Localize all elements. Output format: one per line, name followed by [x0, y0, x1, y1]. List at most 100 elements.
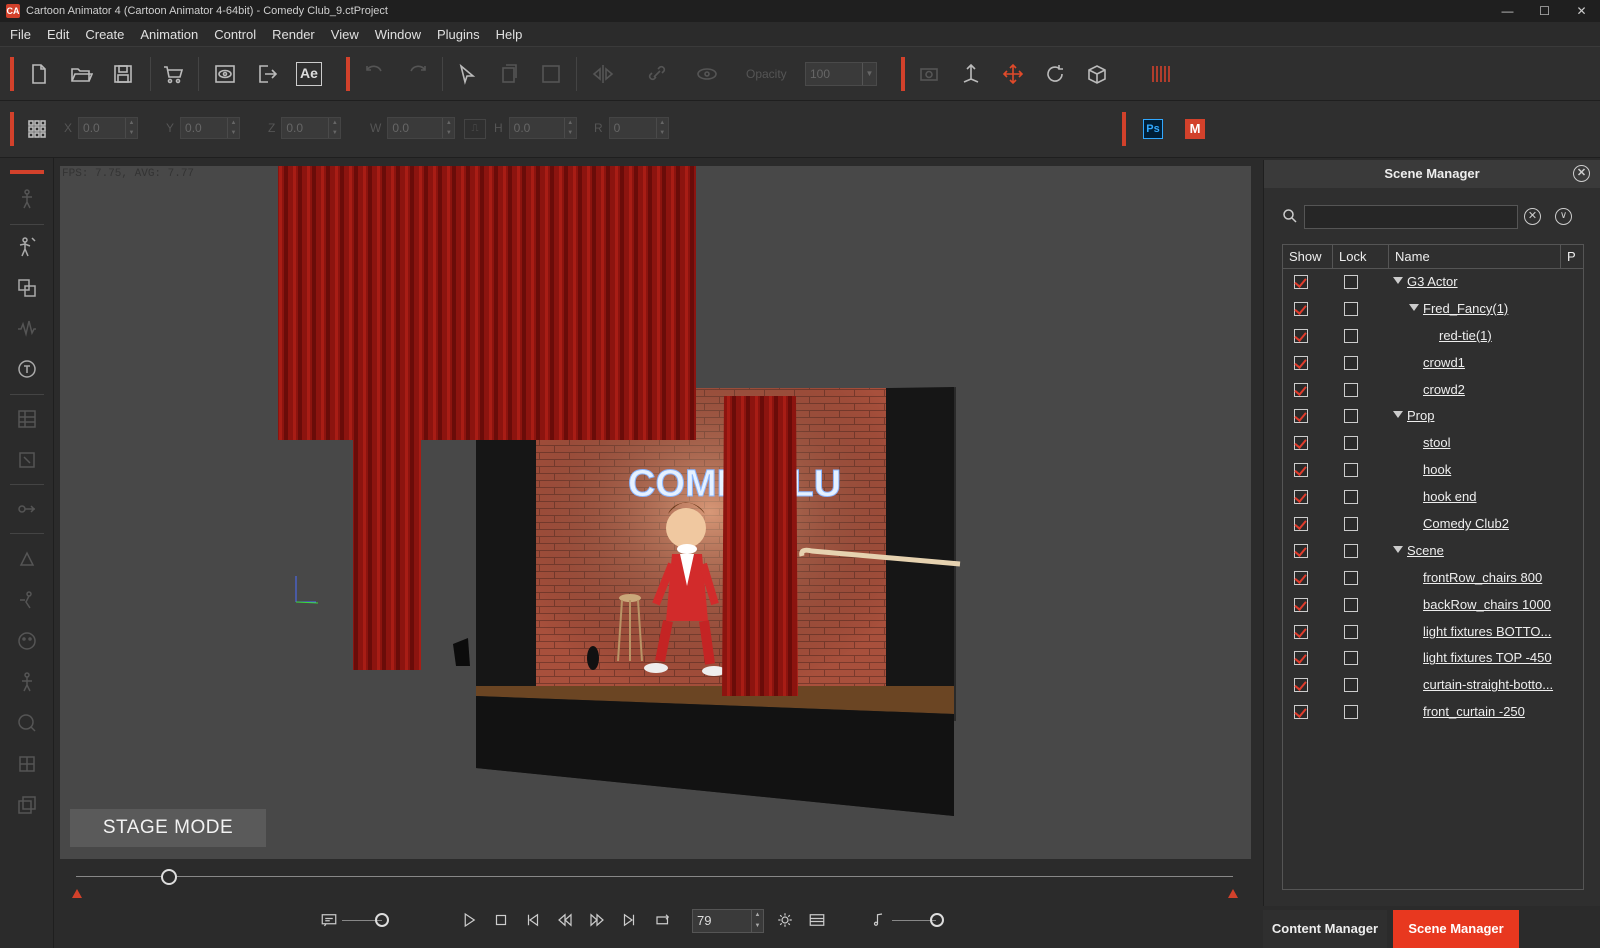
tree-item-name[interactable]: hook — [1423, 462, 1451, 477]
expand-triangle-icon[interactable] — [1393, 277, 1403, 284]
tree-row[interactable]: curtain-straight-botto... — [1283, 672, 1583, 699]
transform-r[interactable]: R 0 ▲ ▼ — [594, 117, 669, 139]
tab-scene-manager[interactable]: Scene Manager — [1393, 910, 1519, 948]
x-input[interactable]: 0.0 ▲ ▼ — [78, 117, 139, 139]
y-spinner[interactable]: ▲ ▼ — [227, 118, 239, 138]
opacity-dropdown-icon[interactable]: ▼ — [862, 63, 876, 85]
lock-checkbox[interactable] — [1344, 624, 1358, 639]
transform-y[interactable]: Y 0.0 ▲ ▼ — [166, 117, 241, 139]
tree-row[interactable]: light fixtures BOTTO... — [1283, 619, 1583, 646]
perform-icon[interactable] — [10, 706, 44, 740]
photoshop-button[interactable]: Ps — [1143, 119, 1163, 139]
close-window-icon[interactable]: ✕ — [1563, 0, 1600, 22]
crop-icon[interactable] — [10, 443, 44, 477]
transform-h[interactable]: H 0.0 ▲ ▼ — [494, 117, 577, 139]
tree-item-name[interactable]: frontRow_chairs 800 — [1423, 570, 1542, 585]
tree-row[interactable]: red-tie(1) — [1283, 323, 1583, 350]
lock-checkbox[interactable] — [1344, 275, 1358, 289]
tree-row[interactable]: backRow_chairs 1000 — [1283, 592, 1583, 619]
lock-checkbox[interactable] — [1344, 301, 1358, 316]
tree-row[interactable]: crowd1 — [1283, 350, 1583, 377]
tree-item-name[interactable]: backRow_chairs 1000 — [1423, 597, 1551, 612]
audio-wave-icon[interactable] — [10, 312, 44, 346]
column-name[interactable]: Name — [1389, 245, 1561, 268]
stage-mode-button[interactable]: STAGE MODE — [70, 809, 266, 847]
face-icon[interactable] — [10, 624, 44, 658]
tree-item-name[interactable]: light fixtures TOP -450 — [1423, 650, 1552, 665]
tree-item-name[interactable]: Comedy Club2 — [1423, 516, 1509, 531]
tree-row[interactable]: Scene — [1283, 538, 1583, 565]
stage-viewport[interactable]: COMEI CLU FPS: 7.75, AVG: 7.77 STAGE MOD… — [60, 166, 1251, 859]
transform-dim-icon[interactable] — [534, 57, 568, 91]
duplicate-icon[interactable] — [492, 57, 526, 91]
show-checkbox[interactable] — [1294, 597, 1308, 612]
search-input[interactable] — [1304, 205, 1518, 229]
menu-render[interactable]: Render — [264, 27, 323, 42]
r-input[interactable]: 0 ▲ ▼ — [608, 117, 669, 139]
current-frame-input[interactable]: 79 ▲ ▼ — [692, 909, 764, 933]
tree-row[interactable]: frontRow_chairs 800 — [1283, 565, 1583, 592]
lock-checkbox[interactable] — [1344, 382, 1358, 397]
motion-icon[interactable] — [10, 583, 44, 617]
x-spinner[interactable]: ▲ ▼ — [125, 118, 137, 138]
export-icon[interactable] — [250, 57, 284, 91]
redo-icon[interactable] — [400, 57, 434, 91]
tree-item-name[interactable]: hook end — [1423, 489, 1477, 504]
w-input[interactable]: 0.0 ▲ ▼ — [387, 117, 456, 139]
y-input[interactable]: 0.0 ▲ ▼ — [180, 117, 241, 139]
deform-icon[interactable] — [10, 747, 44, 781]
tree-item-name[interactable]: curtain-straight-botto... — [1423, 677, 1553, 692]
lock-checkbox[interactable] — [1344, 328, 1358, 343]
expand-triangle-icon[interactable] — [1409, 303, 1419, 311]
show-checkbox[interactable] — [1294, 328, 1308, 343]
column-lock[interactable]: Lock — [1333, 245, 1389, 268]
frame-grid-icon[interactable] — [10, 402, 44, 436]
column-show[interactable]: Show — [1283, 245, 1333, 268]
tree-row[interactable]: light fixtures TOP -450 — [1283, 645, 1583, 672]
store-cart-icon[interactable] — [156, 57, 190, 91]
top-curtain[interactable] — [278, 166, 696, 440]
character-icon[interactable] — [10, 182, 44, 216]
lock-checkbox[interactable] — [1344, 463, 1358, 478]
tab-content-manager[interactable]: Content Manager — [1263, 910, 1387, 948]
layers-icon[interactable] — [10, 788, 44, 822]
next-frame-icon[interactable] — [584, 907, 610, 933]
h-input[interactable]: 0.0 ▲ ▼ — [508, 117, 577, 139]
lock-checkbox[interactable] — [1344, 651, 1358, 666]
show-checkbox[interactable] — [1294, 409, 1308, 424]
expand-triangle-icon[interactable] — [1393, 545, 1403, 553]
music-note-icon[interactable] — [866, 907, 892, 933]
lock-checkbox[interactable] — [1344, 705, 1358, 720]
timeline-track[interactable] — [76, 876, 1233, 877]
lock-checkbox[interactable] — [1344, 355, 1358, 370]
z-input[interactable]: 0.0 ▲ ▼ — [281, 117, 342, 139]
show-checkbox[interactable] — [1294, 355, 1308, 370]
tree-row[interactable]: G3 Actor — [1283, 269, 1583, 296]
column-p[interactable]: P — [1561, 245, 1581, 268]
save-icon[interactable] — [106, 57, 140, 91]
tree-item-name[interactable]: Fred_Fancy(1) — [1423, 301, 1508, 316]
tree-row[interactable]: hook — [1283, 457, 1583, 484]
lock-checkbox[interactable] — [1344, 490, 1358, 505]
new-file-icon[interactable] — [22, 57, 56, 91]
puppet-icon[interactable] — [10, 665, 44, 699]
link-icon[interactable] — [640, 57, 674, 91]
tree-item-name[interactable]: front_curtain -250 — [1423, 704, 1525, 719]
show-checkbox[interactable] — [1294, 436, 1308, 451]
tree-item-name[interactable]: crowd1 — [1423, 355, 1465, 370]
lock-checkbox[interactable] — [1344, 409, 1358, 424]
first-frame-icon[interactable] — [520, 907, 546, 933]
expand-triangle-icon[interactable] — [1393, 411, 1403, 419]
menu-edit[interactable]: Edit — [39, 27, 77, 42]
scene-layout-icon[interactable] — [10, 271, 44, 305]
lock-checkbox[interactable] — [1344, 678, 1358, 693]
animate-character-icon[interactable] — [10, 230, 44, 264]
r-spinner[interactable]: ▲ ▼ — [655, 118, 668, 138]
frame-spinner[interactable]: ▲ ▼ — [751, 910, 763, 932]
tree-row[interactable]: Fred_Fancy(1) — [1283, 296, 1583, 323]
show-checkbox[interactable] — [1294, 301, 1308, 316]
previous-frame-icon[interactable] — [552, 907, 578, 933]
grid-3d-icon[interactable] — [1080, 57, 1114, 91]
lock-checkbox[interactable] — [1344, 436, 1358, 451]
lock-ratio-icon[interactable]: ⎍ — [464, 119, 486, 139]
